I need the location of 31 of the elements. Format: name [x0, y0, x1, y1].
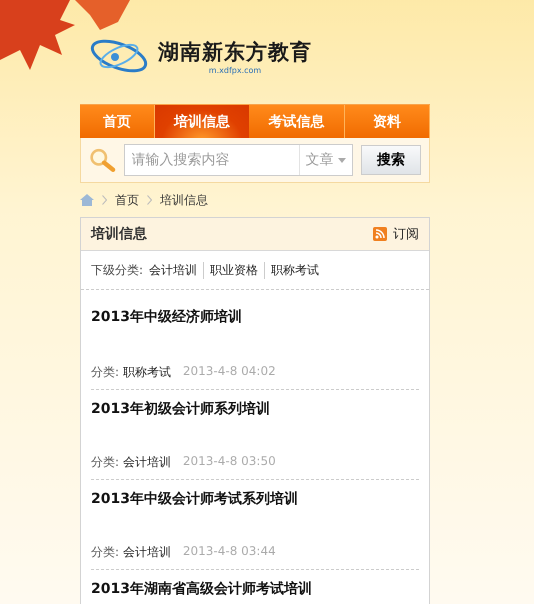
breadcrumb-link[interactable]: 培训信息: [160, 192, 208, 208]
chevron-icon: [102, 195, 107, 205]
breadcrumb-link[interactable]: 首页: [115, 192, 139, 208]
subscribe-link[interactable]: 订阅: [373, 225, 419, 243]
magnifier-icon: [89, 146, 116, 174]
subcategory-link[interactable]: 职称考试: [264, 262, 326, 278]
nav-tab[interactable]: 培训信息: [154, 105, 250, 138]
article-category: 会计培训: [122, 455, 171, 469]
category-label: 分类:: [91, 365, 120, 379]
panel-title: 培训信息: [91, 225, 147, 243]
category-label: 分类:: [91, 455, 120, 469]
caret-icon: [338, 158, 346, 162]
article-title[interactable]: 2013年中级会计师考试系列培训: [91, 490, 419, 508]
logo-name: 湖南新东方教育: [158, 38, 312, 66]
subcategory-label: 下级分类:: [91, 262, 144, 278]
article-title[interactable]: 2013年湖南省高级会计师考试培训: [91, 580, 419, 598]
category-label: 分类:: [91, 545, 120, 559]
logo-url: m.xdfpx.com: [208, 66, 262, 74]
subcategory-link[interactable]: 会计培训: [149, 262, 204, 278]
article-category: 职称考试: [122, 365, 171, 379]
home-icon: [80, 194, 94, 206]
article-date: 2013-4-8 04:02: [182, 364, 276, 380]
article-title[interactable]: 2013年中级经济师培训: [91, 308, 419, 326]
subcategory-link[interactable]: 职业资格: [203, 262, 264, 278]
article-date: 2013-4-8 03:50: [182, 454, 276, 470]
article-title[interactable]: 2013年初级会计师系列培训: [91, 400, 419, 418]
article-date: 2013-4-8 03:44: [182, 544, 276, 560]
chevron-icon: [147, 195, 152, 205]
rss-icon: [373, 227, 387, 241]
search-button[interactable]: 搜索: [360, 145, 421, 175]
article-category: 会计培训: [122, 545, 171, 559]
